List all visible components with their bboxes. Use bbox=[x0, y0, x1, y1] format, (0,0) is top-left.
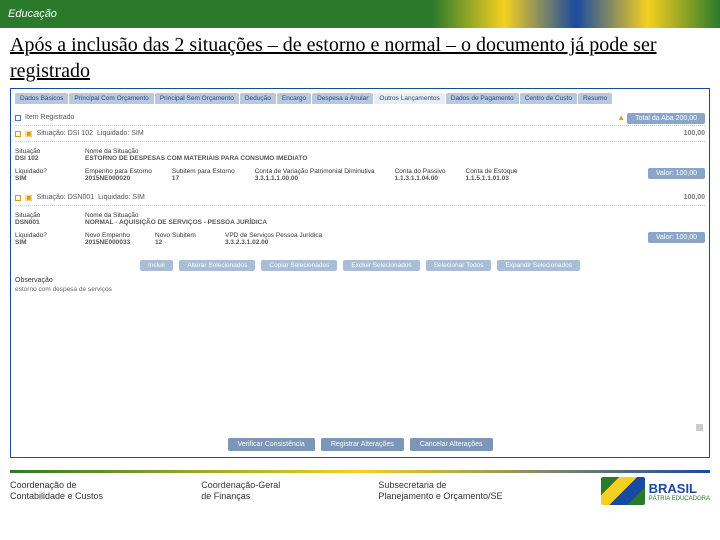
tab-5[interactable]: Despesa a Anular bbox=[312, 93, 373, 104]
tab-3[interactable]: Dedução bbox=[240, 93, 276, 104]
sit2-valor: Valor: 100,00 bbox=[648, 232, 705, 243]
select-checkbox-icon[interactable] bbox=[15, 195, 21, 201]
total-aba: Total da Aba 200,00 bbox=[627, 113, 705, 124]
tab-1[interactable]: Principal Com Orçamento bbox=[69, 93, 153, 104]
select-checkbox-icon[interactable] bbox=[15, 131, 21, 137]
footer-col-3: Subsecretaria dePlanejamento e Orçamento… bbox=[378, 480, 502, 502]
observacao-value: estorno com despesa de serviços bbox=[15, 286, 705, 293]
tab-4[interactable]: Encargo bbox=[277, 93, 311, 104]
slide-title-row: Após a inclusão das 2 situações – de est… bbox=[0, 28, 720, 88]
situacao-1-panel: SituaçãoDSI 102 Nome da SituaçãoESTORNO … bbox=[15, 142, 705, 190]
tab-7[interactable]: Dados de Pagamento bbox=[446, 93, 519, 104]
tab-2[interactable]: Principal Sem Orçamento bbox=[155, 93, 239, 104]
flag-icon bbox=[601, 477, 645, 505]
tab-0[interactable]: Dados Básicos bbox=[15, 93, 68, 104]
tab-6[interactable]: Outros Lançamentos bbox=[374, 93, 444, 104]
tab-9[interactable]: Resumo bbox=[578, 93, 612, 104]
row-actions: Incluir Alterar Selecionados Copiar Sele… bbox=[15, 260, 705, 271]
expandir-sel-button[interactable]: Expandir Selecionados bbox=[497, 260, 580, 271]
status-row: Item Registrado ▲ Total da Aba 200,00 bbox=[15, 110, 705, 126]
expand-icon[interactable]: ▲ bbox=[617, 113, 625, 122]
tab-bar: Dados BásicosPrincipal Com OrçamentoPrin… bbox=[15, 93, 705, 104]
resize-handle-icon[interactable] bbox=[696, 424, 703, 431]
tab-8[interactable]: Centro de Custo bbox=[520, 93, 577, 104]
footer: Coordenação deContabilidade e Custos Coo… bbox=[0, 477, 720, 511]
app-screenshot: Dados BásicosPrincipal Com OrçamentoPrin… bbox=[10, 88, 710, 458]
cancelar-button[interactable]: Cancelar Alterações bbox=[410, 438, 493, 451]
registrar-button[interactable]: Registrar Alterações bbox=[321, 438, 404, 451]
main-actions: Verificar Consistência Registrar Alteraç… bbox=[11, 438, 709, 451]
brasil-logo: BRASIL PÁTRIA EDUCADORA bbox=[601, 477, 710, 505]
footer-divider bbox=[10, 470, 710, 473]
footer-col-1: Coordenação deContabilidade e Custos bbox=[10, 480, 103, 502]
sit1-liq: Liquidado: SIM bbox=[97, 130, 144, 137]
situacao-1-header[interactable]: ▣ Situação: DSI 102 Liquidado: SIM 100,0… bbox=[15, 126, 705, 142]
gov-header: Educação bbox=[0, 0, 720, 28]
status-flag: Item Registrado bbox=[25, 114, 74, 121]
footer-col-2: Coordenação-Geralde Finanças bbox=[201, 480, 280, 502]
sit2-total: 100,00 bbox=[684, 194, 705, 201]
sit1-valor: Valor: 100,00 bbox=[648, 168, 705, 179]
sit1-code: Situação: DSI 102 bbox=[37, 130, 93, 137]
org-logo: Educação bbox=[8, 8, 57, 20]
collapse-icon[interactable]: ▣ bbox=[25, 193, 33, 202]
excluir-sel-button[interactable]: Excluir Selecionados bbox=[343, 260, 419, 271]
selecionar-todos-button[interactable]: Selecionar Todos bbox=[426, 260, 492, 271]
checkbox-icon bbox=[15, 115, 21, 121]
sit2-code: Situação: DSN001 bbox=[37, 194, 95, 201]
observacao-label: Observação bbox=[15, 277, 705, 284]
incluir-button[interactable]: Incluir bbox=[140, 260, 173, 271]
copiar-sel-button[interactable]: Copiar Selecionados bbox=[261, 260, 337, 271]
verificar-button[interactable]: Verificar Consistência bbox=[228, 438, 315, 451]
sit2-liq: Liquidado: SIM bbox=[98, 194, 145, 201]
situacao-2-header[interactable]: ▣ Situação: DSN001 Liquidado: SIM 100,00 bbox=[15, 190, 705, 206]
alterar-sel-button[interactable]: Alterar Selecionados bbox=[179, 260, 255, 271]
collapse-icon[interactable]: ▣ bbox=[25, 129, 33, 138]
sit1-total: 100,00 bbox=[684, 130, 705, 137]
slide-title: Após a inclusão das 2 situações – de est… bbox=[10, 32, 710, 84]
situacao-2-panel: SituaçãoDSN001 Nome da SituaçãoNORMAL - … bbox=[15, 206, 705, 254]
